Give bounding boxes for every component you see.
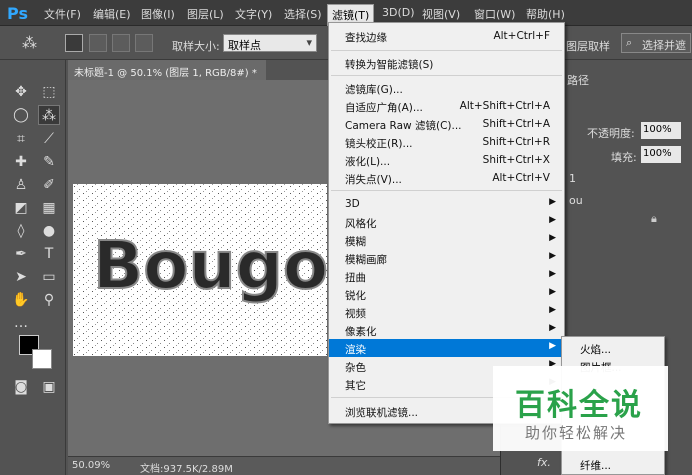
menu-select[interactable]: 选择(S) [284,6,322,22]
menu-help[interactable]: 帮助(H) [526,6,565,22]
submenu-arrow-icon: ▶ [549,233,556,243]
background-color[interactable] [32,349,52,369]
sample-size-select[interactable]: 取样点 [223,34,317,52]
menu-3d[interactable]: 3D(D) [382,6,415,19]
submenu-arrow-icon: ▶ [549,215,556,225]
lasso-tool-icon[interactable]: ◯ [10,105,32,125]
marquee-tool-icon[interactable]: ⬚ [38,82,60,102]
menu-item-adaptive-wide[interactable]: 自适应广角(A)... Alt+Shift+Ctrl+A [329,97,564,115]
fill-label: 填充: [611,151,637,164]
menu-separator [331,190,562,191]
dodge-tool-icon[interactable]: ● [38,221,60,241]
canvas[interactable]: Bougo [73,184,327,356]
crop-tool-icon[interactable]: ⌗ [10,129,32,149]
submenu-arrow-icon: ▶ [549,287,556,297]
menu-edit[interactable]: 编辑(E) [93,6,131,22]
menu-item-sharpen[interactable]: 锐化 ▶ [329,285,564,303]
select-subject-button[interactable]: ⌕ 选择并遮 [621,33,691,53]
menu-item-filter-gallery[interactable]: 滤镜库(G)... [329,79,564,97]
stamp-tool-icon[interactable]: ♙ [10,175,32,195]
brush-tool-icon[interactable]: ✎ [38,152,60,172]
history-brush-icon[interactable]: ✐ [38,175,60,195]
more-tools-icon[interactable]: … [10,313,32,333]
zoom-tool-icon[interactable]: ⚲ [38,290,60,310]
submenu-arrow-icon: ▶ [549,269,556,279]
menu-item-stylize[interactable]: 风格化 ▶ [329,213,564,231]
submenu-arrow-icon: ▶ [549,197,556,207]
quick-mask-icon[interactable]: ◙ [10,377,32,397]
canvas-text: Bougo [93,227,327,304]
document-title: 未标题-1 @ 50.1% (图层 1, RGB/8#) * [74,68,257,79]
opacity-label: 不透明度: [587,127,635,140]
menu-file[interactable]: 文件(F) [44,6,81,22]
lock-icon: 🔒︎ [651,212,657,225]
menu-item-camera-raw[interactable]: Camera Raw 滤镜(C)... Shift+Ctrl+A [329,115,564,133]
menu-layer[interactable]: 图层(L) [187,6,224,22]
menu-type[interactable]: 文字(Y) [235,6,272,22]
fill-field[interactable]: 100% [641,146,681,163]
opacity-field[interactable]: 100% [641,122,681,139]
screen-mode-icon[interactable]: ▣ [38,377,60,397]
document-tab[interactable]: 未标题-1 @ 50.1% (图层 1, RGB/8#) * [68,60,266,80]
submenu-arrow-icon: ▶ [549,305,556,315]
submenu-item-fibers[interactable]: 纤维... [562,455,664,473]
paths-tab[interactable]: 路径 [567,72,589,88]
menu-item-vanishing-point[interactable]: 消失点(V)... Alt+Ctrl+V [329,169,564,187]
blur-tool-icon[interactable]: ◊ [10,221,32,241]
magic-wand-icon[interactable]: ⁂ [22,34,37,52]
menu-item-blur-gallery[interactable]: 模糊画廊 ▶ [329,249,564,267]
doc-info: 文档:937.5K/2.89M [140,464,233,475]
menu-item-smart-filter[interactable]: 转换为智能滤镜(S) [329,54,564,72]
menu-item-blur[interactable]: 模糊 ▶ [329,231,564,249]
layer-number: 1 [569,172,576,185]
gradient-tool-icon[interactable]: ▦ [38,198,60,218]
menu-separator [331,75,562,76]
canvas-art: Bougo [73,184,327,356]
menu-item-pixelate[interactable]: 像素化 ▶ [329,321,564,339]
eyedropper-tool-icon[interactable]: ⟋ [38,129,60,149]
menu-item-render[interactable]: 渲染 ▶ [329,339,564,357]
fx-button[interactable]: fx. [537,456,551,469]
type-tool-icon[interactable]: T [38,244,60,264]
sample-size-label: 取样大小: [172,40,220,53]
toolbox: ✥ ⬚ ◯ ⁂ ⌗ ⟋ ✚ ✎ ♙ ✐ ◩ ▦ ◊ ● ✒ T ➤ ▭ ✋ ⚲ … [0,60,66,475]
pen-tool-icon[interactable]: ✒ [10,244,32,264]
menu-item-liquify[interactable]: 液化(L)... Shift+Ctrl+X [329,151,564,169]
watermark-subtitle: 助你轻松解决 [525,424,628,442]
menu-image[interactable]: 图像(I) [141,6,175,22]
submenu-arrow-icon: ▶ [549,323,556,333]
subtract-selection-button[interactable] [112,34,130,52]
submenu-item-flame[interactable]: 火焰... [562,339,664,357]
add-selection-button[interactable] [89,34,107,52]
photoshop-logo: Ps [7,4,28,23]
new-selection-button[interactable] [65,34,83,52]
eraser-tool-icon[interactable]: ◩ [10,198,32,218]
filter-menu: 查找边缘 Alt+Ctrl+F 转换为智能滤镜(S) 滤镜库(G)... 自适应广… [328,22,565,424]
shape-tool-icon[interactable]: ▭ [38,267,60,287]
watermark: 百科全说 助你轻松解决 [493,366,668,451]
menu-item-find-edges[interactable]: 查找边缘 Alt+Ctrl+F [329,27,564,45]
status-bar: 50.09% 文档:937.5K/2.89M [68,456,500,475]
submenu-arrow-icon: ▶ [549,251,556,261]
select-subject-label: 选择并遮 [642,39,686,52]
move-tool-icon[interactable]: ✥ [10,82,32,102]
menu-separator [331,50,562,51]
layer-name-partial: ou [569,194,583,207]
watermark-title: 百科全说 [515,388,643,423]
menu-view[interactable]: 视图(V) [422,6,460,22]
menu-item-video[interactable]: 视频 ▶ [329,303,564,321]
zoom-level[interactable]: 50.09% [72,460,110,471]
menu-window[interactable]: 窗口(W) [474,6,515,22]
healing-tool-icon[interactable]: ✚ [10,152,32,172]
magic-wand-tool-icon[interactable]: ⁂ [38,105,60,125]
menu-item-distort[interactable]: 扭曲 ▶ [329,267,564,285]
menu-item-lens-correction[interactable]: 镜头校正(R)... Shift+Ctrl+R [329,133,564,151]
hand-tool-icon[interactable]: ✋ [10,290,32,310]
intersect-selection-button[interactable] [135,34,153,52]
submenu-arrow-icon: ▶ [549,341,556,351]
layer-sample-label[interactable]: 图层取样 [566,38,610,54]
refine-edge-icon: ⌕ [626,36,633,49]
menu-item-3d[interactable]: 3D ▶ [329,195,564,213]
path-select-icon[interactable]: ➤ [10,267,32,287]
